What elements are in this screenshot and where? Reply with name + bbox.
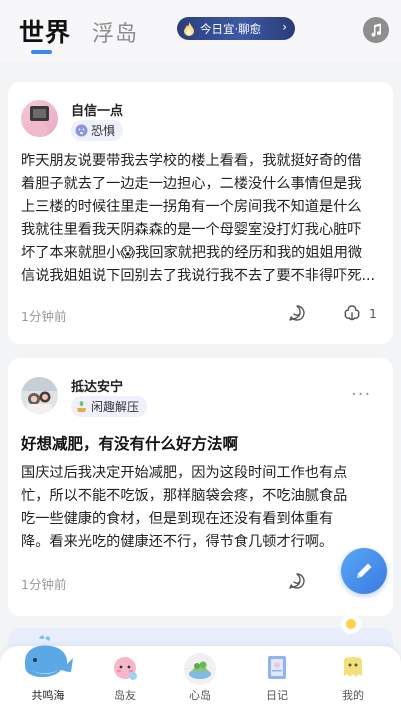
- diary-icon: [268, 656, 286, 679]
- bottom-nav: 共鸣海 岛友 心岛 日记 我的: [0, 635, 401, 713]
- nav-item-diary[interactable]: 日记: [237, 646, 317, 713]
- post-body[interactable]: 昨天朋友说要带我去学校的楼上看看，我就挺好奇的借 着胆子就去了一边走一边担心，二…: [21, 150, 386, 288]
- comment-icon: [289, 573, 305, 589]
- comment-icon: [289, 305, 305, 321]
- chevron-right-icon: ›: [282, 20, 287, 34]
- whale-icon: [25, 635, 73, 678]
- post-time: 1分钟前: [21, 309, 67, 324]
- avatar-image: [21, 100, 58, 137]
- active-tab-indicator: [31, 50, 52, 54]
- post-line: 昨天朋友说要带我去学校的楼上看看，我就挺好奇的借: [21, 153, 362, 169]
- fear-emoji-icon: [75, 124, 88, 137]
- nav-label: 岛友: [114, 689, 136, 702]
- nav-item-profile[interactable]: 我的: [313, 646, 393, 713]
- mood-label: 闲趣解压: [91, 400, 140, 414]
- mood-label: 恐惧: [91, 124, 116, 138]
- tab-world[interactable]: 世界: [19, 13, 71, 49]
- music-icon: [371, 23, 382, 37]
- nav-item-heart-island[interactable]: 心岛: [160, 646, 240, 713]
- profile-icon: [344, 657, 362, 677]
- island-icon: [184, 653, 216, 685]
- post-line: 信说我姐姐说下回别去了我说行我不去了要不非得吓死...: [21, 268, 376, 284]
- pencil-icon: [357, 563, 372, 578]
- nav-label: 共鸣海: [31, 689, 65, 702]
- avatar[interactable]: [21, 377, 58, 414]
- nav-label: 日记: [266, 689, 288, 702]
- mood-tag: 闲趣解压: [71, 396, 148, 417]
- post-line: 着胆子就去了一边走一边担心，二楼没什么事情但是我: [21, 176, 362, 192]
- friend-icon: [114, 657, 137, 680]
- post-title[interactable]: 好想减肥，有没有什么好方法啊: [21, 432, 238, 454]
- daily-banner[interactable]: 今日宜·聊愈 ›: [177, 17, 295, 40]
- comment-button[interactable]: [288, 572, 306, 590]
- post-line: 降。看来光吃的健康还不行，得节食几顿才行啊。: [21, 534, 334, 550]
- post-time: 1分钟前: [21, 577, 67, 592]
- daily-banner-label: 今日宜·聊愈: [200, 21, 262, 36]
- avatar-image: [21, 377, 58, 414]
- mood-tag: 恐惧: [71, 120, 124, 141]
- music-button[interactable]: [363, 17, 389, 43]
- post-card[interactable]: 自信一点 恐惧 昨天朋友说要带我去学校的楼上看看，我就挺好奇的借 着胆子就去了一…: [8, 82, 393, 344]
- post-line: 吃一些健康的食材，但是到现在还没有看到体重有: [21, 511, 334, 527]
- nav-label: 我的: [342, 689, 364, 702]
- post-line: 国庆过后我决定开始减肥，因为这段时间工作也有点: [21, 465, 348, 481]
- comment-button[interactable]: [288, 304, 306, 322]
- post-line: 上三楼的时候往里走一拐角有一个房间我不知道是什么: [21, 199, 362, 215]
- post-line: 坏了本来就胆小😱我回家就把我的经历和我的姐姐用微: [21, 245, 363, 261]
- top-bar: 世界 浮岛 今日宜·聊愈 ›: [0, 0, 401, 62]
- hug-icon: [344, 305, 360, 321]
- leisure-plant-icon: [77, 401, 86, 412]
- write-post-button[interactable]: [341, 548, 387, 594]
- username[interactable]: 自信一点: [71, 100, 123, 119]
- nav-item-friends[interactable]: 岛友: [85, 646, 165, 713]
- hug-button[interactable]: 1: [343, 304, 377, 322]
- tab-island[interactable]: 浮岛: [92, 16, 138, 48]
- avatar[interactable]: [21, 100, 58, 137]
- post-card[interactable]: 抵达安宁 闲趣解压 ··· 好想减肥，有没有什么好方法啊 国庆过后我决定开始减肥…: [8, 358, 393, 616]
- post-body[interactable]: 国庆过后我决定开始减肥，因为这段时间工作也有点 忙，所以不能不吃饭，那样脑袋会疼…: [21, 462, 386, 554]
- sun-icon: [346, 619, 356, 629]
- nav-label: 心岛: [189, 689, 211, 702]
- sun-badge[interactable]: [341, 614, 361, 634]
- username[interactable]: 抵达安宁: [71, 376, 123, 395]
- post-line: 忙，所以不能不吃饭，那样脑袋会疼，不吃油腻食品: [21, 488, 348, 504]
- more-options-button[interactable]: ···: [351, 384, 371, 405]
- nav-item-resonance-sea[interactable]: 共鸣海: [8, 635, 88, 713]
- post-line: 我就往里看我天阴森森的是一个母婴室没打灯我心脏吓: [21, 222, 362, 238]
- hug-count: 1: [369, 305, 377, 321]
- flame-icon: [184, 21, 194, 36]
